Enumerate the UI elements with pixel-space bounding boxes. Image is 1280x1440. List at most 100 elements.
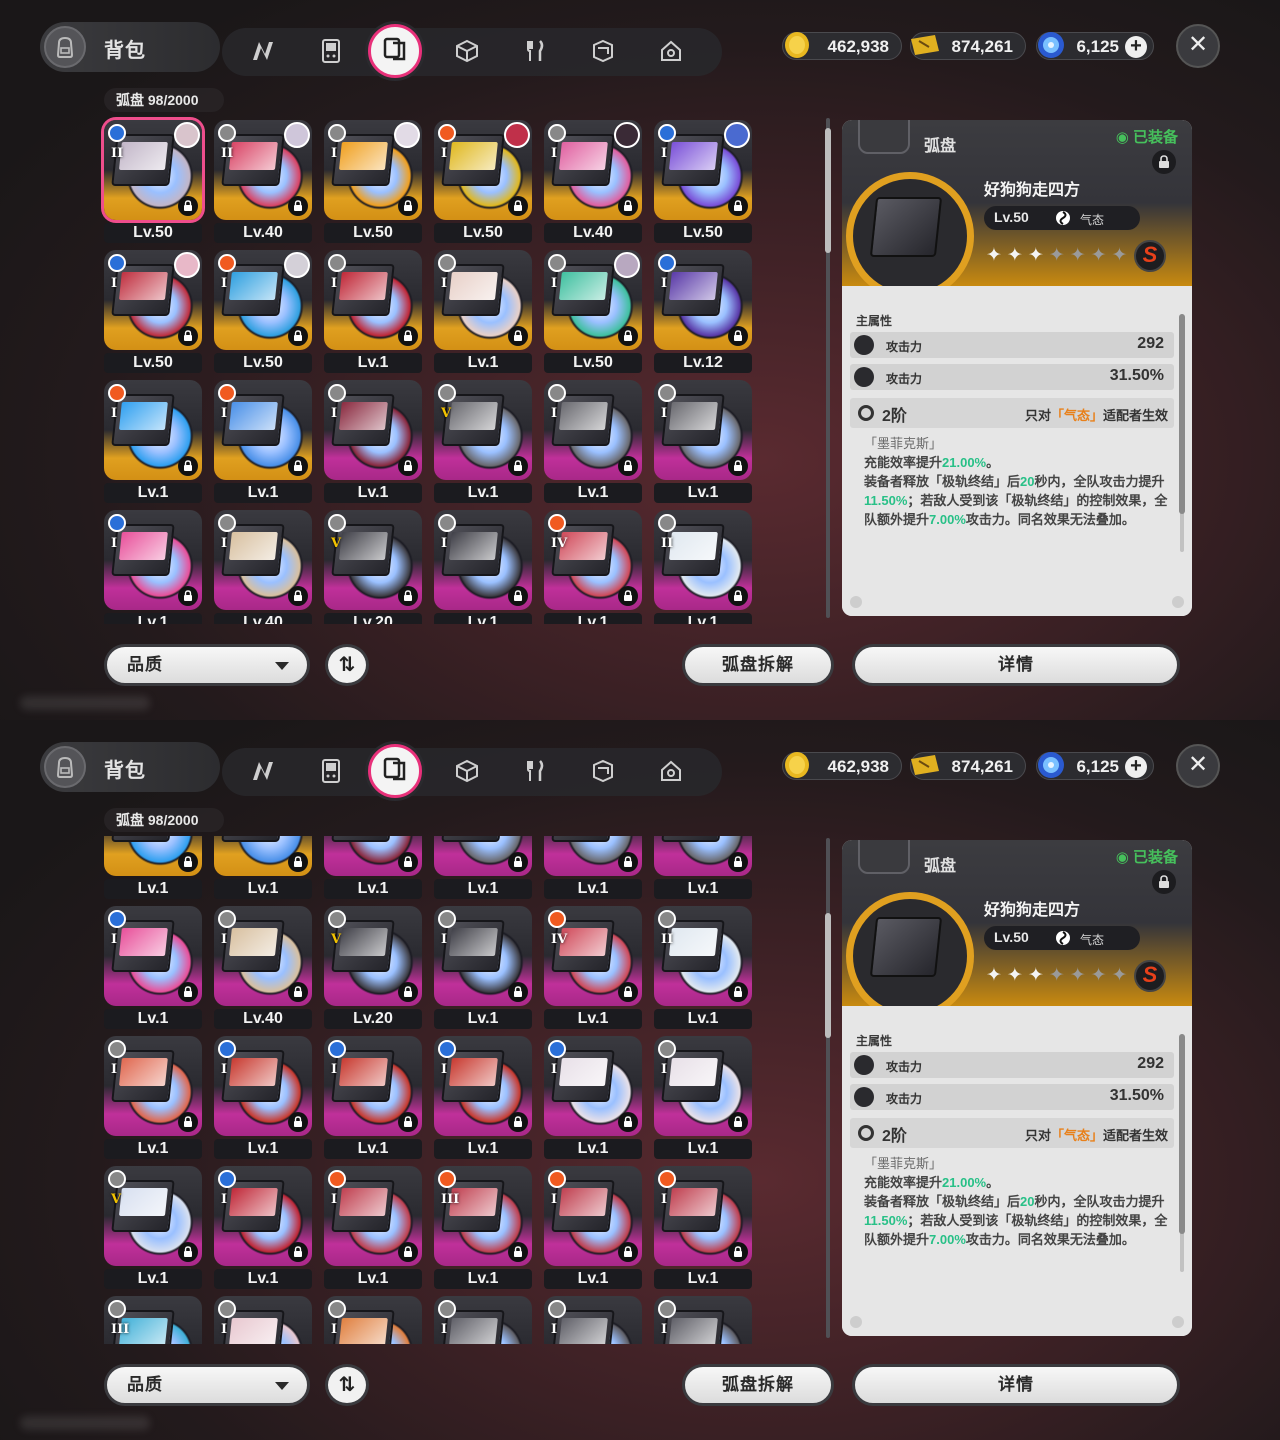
lock-icon[interactable]	[178, 326, 198, 346]
lock-icon[interactable]	[398, 1112, 418, 1132]
disc-card[interactable]: V	[324, 906, 422, 1006]
lock-icon[interactable]	[618, 1112, 638, 1132]
lock-icon[interactable]	[508, 982, 528, 1002]
disc-card[interactable]: III	[434, 1166, 532, 1266]
disc-grid[interactable]: I Lv.1 I Lv.1 I Lv.1 V Lv.1 I Lv.1 I Lv.1 I Lv.1 I Lv.4…	[100, 836, 760, 1344]
tab-bangboo[interactable]	[584, 754, 622, 792]
disc-card[interactable]: I	[104, 250, 202, 350]
lock-icon[interactable]	[288, 196, 308, 216]
lock-icon[interactable]	[178, 982, 198, 1002]
disc-card[interactable]: I	[434, 906, 532, 1006]
lock-icon[interactable]	[288, 1242, 308, 1262]
disc-card[interactable]: V	[324, 510, 422, 610]
lock-icon[interactable]	[728, 852, 748, 872]
lock-icon[interactable]	[178, 456, 198, 476]
disc-card[interactable]: I	[104, 836, 202, 876]
backpack-header[interactable]: 背包	[40, 22, 220, 72]
lock-icon[interactable]	[728, 1112, 748, 1132]
close-button[interactable]: ✕	[1176, 24, 1220, 68]
add-currency-button[interactable]: +	[1125, 756, 1147, 778]
lock-icon[interactable]	[618, 326, 638, 346]
disc-card[interactable]: I	[324, 250, 422, 350]
disc-card[interactable]: I	[104, 1036, 202, 1136]
detail-scrollbar-thumb[interactable]	[1179, 1034, 1185, 1234]
disc-card[interactable]: III	[104, 1296, 202, 1344]
lock-icon[interactable]	[728, 982, 748, 1002]
lock-icon[interactable]	[398, 456, 418, 476]
sort-order-button[interactable]: ⇅	[325, 644, 369, 686]
disc-card[interactable]: V	[104, 1166, 202, 1266]
disc-card[interactable]: I	[654, 1296, 752, 1344]
lock-icon[interactable]	[508, 1112, 528, 1132]
lock-icon[interactable]	[618, 982, 638, 1002]
lock-icon[interactable]	[618, 1242, 638, 1262]
disc-card[interactable]: I	[324, 836, 422, 876]
disc-card[interactable]: I	[324, 1036, 422, 1136]
disc-card[interactable]: I	[214, 906, 312, 1006]
disc-card[interactable]: I	[324, 380, 422, 480]
lock-icon[interactable]	[728, 196, 748, 216]
grid-scrollbar[interactable]	[825, 118, 831, 618]
disc-card[interactable]: I	[654, 1166, 752, 1266]
lock-icon[interactable]	[178, 1112, 198, 1132]
lock-icon[interactable]	[178, 196, 198, 216]
tab-discs[interactable]	[368, 24, 422, 78]
details-button[interactable]: 详情	[852, 1364, 1180, 1406]
disc-card[interactable]: I	[104, 380, 202, 480]
tab-home[interactable]	[652, 34, 690, 72]
tab-materials[interactable]	[448, 34, 486, 72]
disc-card[interactable]: I	[544, 1166, 642, 1266]
lock-icon[interactable]	[508, 1242, 528, 1262]
lock-icon[interactable]	[398, 1242, 418, 1262]
lock-icon[interactable]	[288, 586, 308, 606]
lock-icon[interactable]	[618, 852, 638, 872]
lock-icon[interactable]	[728, 586, 748, 606]
disc-card[interactable]: I	[654, 250, 752, 350]
tab-agents[interactable]	[244, 34, 282, 72]
disc-card[interactable]: I	[544, 120, 642, 220]
lock-icon[interactable]	[508, 196, 528, 216]
disc-card[interactable]: I	[544, 380, 642, 480]
disc-card[interactable]: I	[434, 510, 532, 610]
lock-icon[interactable]	[178, 1242, 198, 1262]
lock-icon[interactable]	[178, 586, 198, 606]
disc-card[interactable]: I	[214, 1036, 312, 1136]
lock-icon[interactable]	[508, 586, 528, 606]
lock-icon[interactable]	[288, 326, 308, 346]
lock-icon[interactable]	[1152, 150, 1176, 174]
disc-card[interactable]: I	[434, 120, 532, 220]
disc-card[interactable]: I	[324, 120, 422, 220]
grid-scrollbar-thumb[interactable]	[825, 913, 831, 1038]
lock-icon[interactable]	[398, 586, 418, 606]
lock-icon[interactable]	[288, 1112, 308, 1132]
disc-card[interactable]: I	[654, 120, 752, 220]
tab-gamepad[interactable]	[312, 754, 350, 792]
lock-icon[interactable]	[1152, 870, 1176, 894]
dismantle-button[interactable]: 弧盘拆解	[682, 1364, 834, 1406]
lock-icon[interactable]	[618, 586, 638, 606]
backpack-header[interactable]: 背包	[40, 742, 220, 792]
lock-icon[interactable]	[398, 326, 418, 346]
disc-card[interactable]: V	[434, 380, 532, 480]
lock-icon[interactable]	[508, 852, 528, 872]
lock-icon[interactable]	[728, 326, 748, 346]
close-button[interactable]: ✕	[1176, 744, 1220, 788]
disc-card[interactable]: I	[544, 250, 642, 350]
tab-food[interactable]	[516, 34, 554, 72]
lock-icon[interactable]	[288, 456, 308, 476]
tab-discs[interactable]	[368, 744, 422, 798]
quality-filter-dropdown[interactable]: 品质	[104, 1364, 310, 1406]
disc-card[interactable]: II	[654, 510, 752, 610]
disc-card[interactable]: I	[434, 1036, 532, 1136]
lock-icon[interactable]	[728, 456, 748, 476]
add-currency-button[interactable]: +	[1125, 36, 1147, 58]
disc-card[interactable]: II	[654, 906, 752, 1006]
grid-scrollbar-thumb[interactable]	[825, 128, 831, 253]
lock-icon[interactable]	[288, 852, 308, 872]
disc-card[interactable]: I	[654, 380, 752, 480]
detail-scrollbar-thumb[interactable]	[1179, 314, 1185, 514]
disc-card[interactable]: I	[214, 836, 312, 876]
disc-grid[interactable]: II Lv.50 II Lv.40 I Lv.50 I Lv.50 I Lv.40 I Lv.50 I L…	[100, 116, 760, 624]
lock-icon[interactable]	[618, 456, 638, 476]
lock-icon[interactable]	[288, 982, 308, 1002]
